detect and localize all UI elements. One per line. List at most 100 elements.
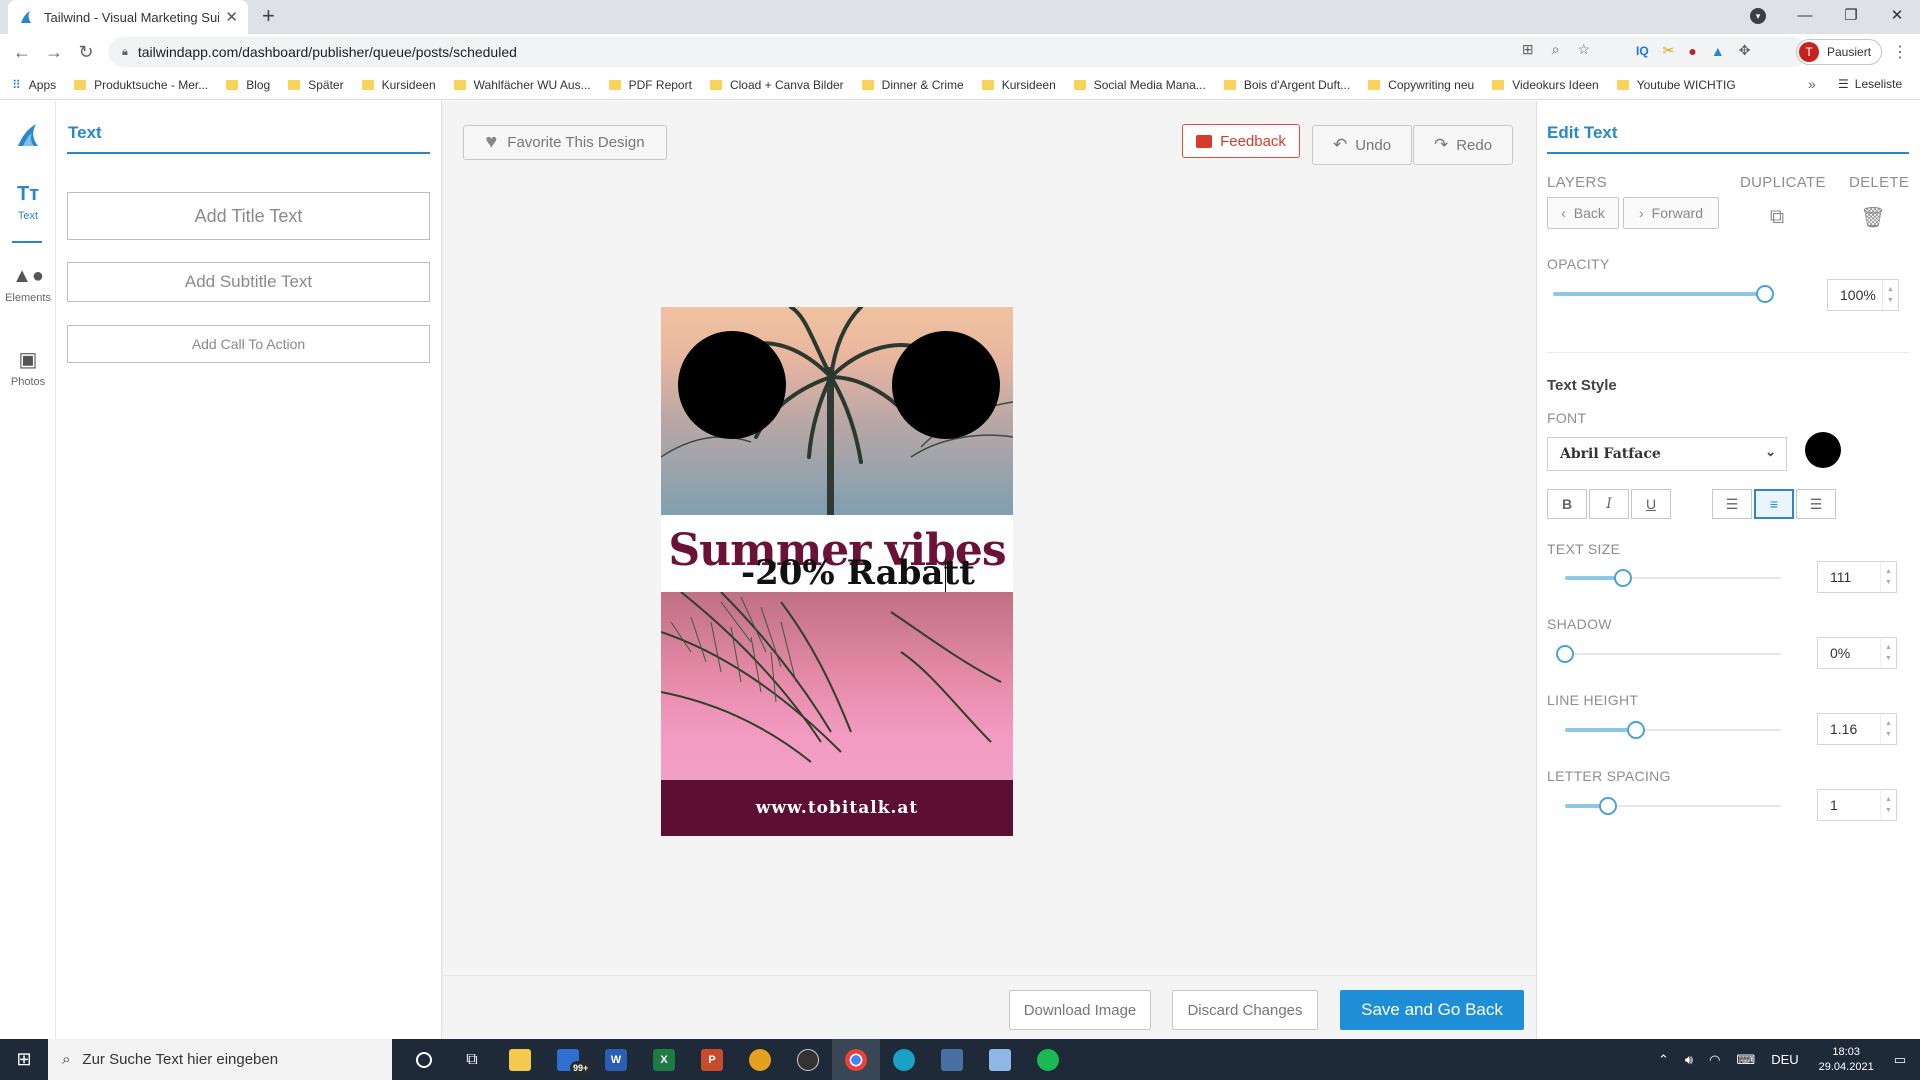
iconbar-item-photos[interactable]: ▣ Photos: [0, 347, 56, 388]
bookmark-item[interactable]: Später: [288, 78, 344, 92]
feedback-button[interactable]: Feedback: [1182, 124, 1300, 158]
close-window-icon[interactable]: ✕: [1874, 0, 1920, 30]
layer-back-button[interactable]: ‹ Back: [1547, 197, 1619, 229]
trash-icon[interactable]: 🗑︎: [1858, 201, 1888, 233]
align-left-button[interactable]: ☰: [1712, 489, 1752, 519]
volume-icon[interactable]: 🔊︎: [1685, 1052, 1693, 1068]
bookmark-item[interactable]: Bois d'Argent Duft...: [1223, 78, 1350, 92]
taskbar-powerpoint-icon[interactable]: P: [688, 1039, 736, 1080]
add-title-text-button[interactable]: Add Title Text: [67, 192, 430, 240]
taskbar-app-icon[interactable]: [928, 1039, 976, 1080]
discard-changes-button[interactable]: Discard Changes: [1172, 990, 1318, 1030]
bookmark-item[interactable]: Videokurs Ideen: [1492, 78, 1599, 92]
extension-tailwind-icon[interactable]: ▲: [1711, 43, 1725, 59]
browser-tab[interactable]: Tailwind - Visual Marketing Suite ✕: [8, 0, 248, 34]
align-center-button[interactable]: ≡: [1754, 489, 1794, 519]
tab-search-icon[interactable]: ▾: [1750, 8, 1766, 24]
slider-thumb[interactable]: [1614, 569, 1633, 587]
bookmarks-more-icon[interactable]: »: [1808, 76, 1816, 92]
taskbar-excel-icon[interactable]: X: [640, 1039, 688, 1080]
extension-abp-icon[interactable]: ●: [1688, 43, 1696, 59]
redo-button[interactable]: ↷ Redo: [1413, 125, 1513, 165]
taskbar-explorer-icon[interactable]: [496, 1039, 544, 1080]
language-indicator[interactable]: DEU: [1771, 1052, 1798, 1067]
taskbar-clock[interactable]: 18:03 29.04.2021: [1819, 1045, 1874, 1075]
extension-tool-icon[interactable]: ✂: [1663, 42, 1675, 59]
bookmark-apps[interactable]: ⠿ Apps: [12, 78, 56, 92]
windows-start-icon[interactable]: ⊞: [0, 1049, 48, 1070]
spinner-icon[interactable]: ▲ ▼: [1882, 280, 1898, 310]
design-preview[interactable]: www.tobitalk.at Summer vibes -20% Rabatt: [661, 307, 1013, 836]
tab-close-icon[interactable]: ✕: [225, 8, 238, 26]
back-arrow-icon[interactable]: ←: [6, 42, 38, 63]
bookmark-item[interactable]: Dinner & Crime: [861, 78, 964, 92]
reading-list[interactable]: ☰ Leseliste: [1838, 77, 1902, 91]
slider-thumb[interactable]: [1756, 285, 1774, 303]
spinner-icon[interactable]: ▲ ▼: [1880, 790, 1896, 820]
taskbar-mail-icon[interactable]: 99+: [544, 1039, 592, 1080]
iconbar-item-elements[interactable]: ▲● Elements: [0, 265, 56, 304]
bold-button[interactable]: B: [1547, 489, 1587, 519]
opacity-input[interactable]: 100% ▲ ▼: [1827, 279, 1899, 311]
browser-menu-icon[interactable]: ⋮: [1892, 42, 1908, 62]
bookmark-item[interactable]: Kursideen: [361, 78, 436, 92]
shadow-slider[interactable]: [1556, 644, 1781, 664]
bookmark-item[interactable]: Produktsuche - Mer...: [74, 78, 208, 92]
forward-arrow-icon[interactable]: →: [38, 42, 70, 63]
opacity-slider[interactable]: [1553, 284, 1774, 304]
download-image-button[interactable]: Download Image: [1009, 990, 1151, 1030]
bookmark-item[interactable]: Kursideen: [981, 78, 1056, 92]
extension-iq-icon[interactable]: IQ: [1636, 44, 1649, 58]
taskbar-spotify-icon[interactable]: [1024, 1039, 1072, 1080]
notification-icon[interactable]: ▭: [1894, 1052, 1906, 1068]
restore-icon[interactable]: ❐: [1828, 0, 1874, 30]
italic-button[interactable]: I: [1589, 489, 1629, 519]
text-size-input[interactable]: 111 ▲ ▼: [1817, 561, 1897, 593]
duplicate-icon[interactable]: ⧉: [1762, 201, 1792, 233]
favorite-design-button[interactable]: ♥ Favorite This Design: [463, 125, 667, 160]
slider-thumb[interactable]: [1627, 721, 1646, 739]
iconbar-item-text[interactable]: Tт Text: [0, 183, 56, 222]
taskbar-search-field[interactable]: ⌕ Zur Suche Text hier eingeben: [48, 1039, 392, 1080]
spinner-icon[interactable]: ▲ ▼: [1880, 562, 1896, 592]
taskbar-app-icon[interactable]: [976, 1039, 1024, 1080]
profile-button[interactable]: T Pausiert: [1796, 39, 1883, 65]
layer-forward-button[interactable]: › Forward: [1623, 197, 1719, 229]
translate-icon[interactable]: ⊞: [1522, 41, 1534, 58]
line-height-slider[interactable]: [1565, 720, 1781, 740]
slider-thumb[interactable]: [1556, 645, 1574, 663]
save-and-go-back-button[interactable]: Save and Go Back: [1340, 990, 1524, 1030]
zoom-icon[interactable]: ⌕: [1552, 41, 1560, 58]
extensions-puzzle-icon[interactable]: ✥: [1739, 42, 1751, 59]
underline-button[interactable]: U: [1631, 489, 1671, 519]
text-size-slider[interactable]: [1565, 568, 1781, 588]
bookmark-item[interactable]: PDF Report: [608, 78, 692, 92]
text-color-swatch[interactable]: [1805, 432, 1841, 468]
spinner-icon[interactable]: ▲ ▼: [1880, 638, 1896, 668]
align-right-button[interactable]: ☰: [1796, 489, 1836, 519]
letter-spacing-slider[interactable]: [1565, 796, 1781, 816]
design-subline-text[interactable]: -20% Rabatt: [741, 553, 975, 593]
bookmark-item[interactable]: Social Media Mana...: [1073, 78, 1206, 92]
reload-icon[interactable]: ↻: [70, 42, 102, 63]
add-subtitle-text-button[interactable]: Add Subtitle Text: [67, 262, 430, 302]
font-select[interactable]: Abril Fatface ⌄: [1547, 437, 1787, 471]
keyboard-icon[interactable]: ⌨: [1736, 1052, 1755, 1068]
bookmark-item[interactable]: Cload + Canva Bilder: [709, 78, 844, 92]
taskbar-cortana-icon[interactable]: [400, 1039, 448, 1080]
spinner-icon[interactable]: ▲ ▼: [1880, 714, 1896, 744]
bookmark-star-icon[interactable]: ☆: [1577, 41, 1590, 58]
undo-button[interactable]: ↶ Undo: [1312, 125, 1412, 165]
bookmark-item[interactable]: Wahlfächer WU Aus...: [453, 78, 591, 92]
taskbar-obs-icon[interactable]: [784, 1039, 832, 1080]
taskbar-word-icon[interactable]: W: [592, 1039, 640, 1080]
tray-chevron-icon[interactable]: ⌃: [1658, 1052, 1669, 1068]
letter-spacing-input[interactable]: 1 ▲ ▼: [1817, 789, 1897, 821]
taskbar-chrome-icon[interactable]: [832, 1039, 880, 1080]
new-tab-button[interactable]: +: [262, 5, 275, 27]
bookmark-item[interactable]: Copywriting neu: [1368, 78, 1474, 92]
line-height-input[interactable]: 1.16 ▲ ▼: [1817, 713, 1897, 745]
tailwind-logo-icon[interactable]: [14, 121, 42, 149]
bookmark-item[interactable]: Youtube WICHTIG: [1616, 78, 1736, 92]
taskbar-app-icon[interactable]: [736, 1039, 784, 1080]
